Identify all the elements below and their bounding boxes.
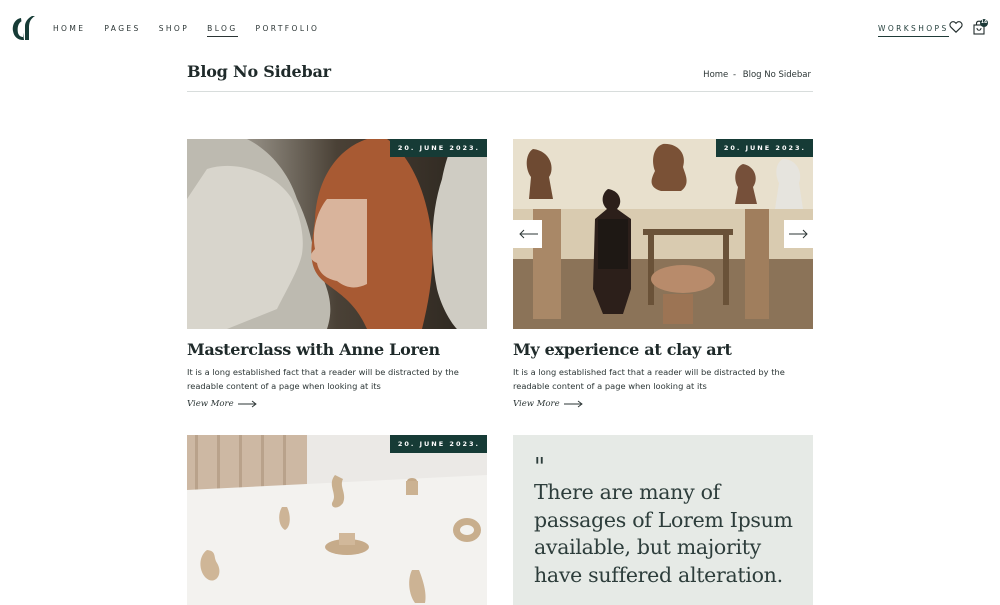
sculpture-portrait-image	[187, 139, 487, 329]
view-more-label: View More	[187, 399, 234, 409]
heart-icon[interactable]	[949, 20, 963, 34]
view-more-link[interactable]: View More	[187, 399, 487, 409]
post-title[interactable]: My experience at clay art	[513, 340, 813, 359]
post-image[interactable]: 20. JUNE 2023.	[187, 435, 487, 605]
brand-logo-icon[interactable]	[12, 15, 36, 41]
quote-post-card[interactable]: " There are many of passages of Lorem Ip…	[513, 435, 813, 605]
post-image-slider[interactable]: 20. JUNE 2023.	[513, 139, 813, 329]
post-date-badge: 20. JUNE 2023.	[389, 139, 487, 157]
slider-prev-button[interactable]	[513, 220, 542, 248]
ceramic-pieces-image	[187, 435, 487, 605]
arrow-right-icon	[563, 400, 583, 408]
arrow-left-icon	[518, 229, 538, 239]
cart-count-badge: 14	[980, 19, 988, 27]
nav-blog[interactable]: BLOG	[207, 24, 238, 37]
post-date-badge: 20. JUNE 2023.	[715, 139, 813, 157]
post-image[interactable]: 20. JUNE 2023.	[187, 139, 487, 329]
nav-home[interactable]: HOME	[53, 24, 85, 37]
post-title[interactable]: Masterclass with Anne Loren	[187, 340, 487, 359]
main-nav: HOME PAGES SHOP BLOG PORTFOLIO	[53, 24, 337, 37]
breadcrumb-current: Blog No Sidebar	[742, 70, 811, 80]
workshops-link[interactable]: WORKSHOPS	[878, 24, 949, 37]
blog-post-card: 20. JUNE 2023.	[187, 435, 487, 605]
arrow-right-icon	[788, 229, 808, 239]
blog-post-card: 20. JUNE 2023. Masterclass with Anne Lor…	[187, 139, 487, 409]
breadcrumb-separator: -	[732, 70, 737, 80]
nav-pages[interactable]: PAGES	[104, 24, 140, 37]
breadcrumb: Home - Blog No Sidebar	[703, 70, 813, 80]
arrow-right-icon	[237, 400, 257, 408]
post-excerpt: It is a long established fact that a rea…	[513, 367, 785, 391]
clay-studio-image	[513, 139, 813, 329]
divider	[187, 91, 813, 92]
nav-shop[interactable]: SHOP	[159, 24, 189, 37]
nav-portfolio[interactable]: PORTFOLIO	[256, 24, 320, 37]
view-more-label: View More	[513, 399, 560, 409]
site-header: HOME PAGES SHOP BLOG PORTFOLIO WORKSHOPS…	[0, 0, 1000, 56]
breadcrumb-home[interactable]: Home	[703, 70, 728, 80]
slider-next-button[interactable]	[784, 220, 813, 248]
view-more-link[interactable]: View More	[513, 399, 813, 409]
post-date-badge: 20. JUNE 2023.	[389, 435, 487, 453]
quote-text: There are many of passages of Lorem Ipsu…	[534, 480, 793, 587]
post-excerpt: It is a long established fact that a rea…	[187, 367, 459, 391]
blog-post-card: 20. JUNE 2023. My experience at clay art…	[513, 139, 813, 409]
page-title: Blog No Sidebar	[187, 62, 331, 81]
quote-mark: "	[534, 453, 546, 481]
